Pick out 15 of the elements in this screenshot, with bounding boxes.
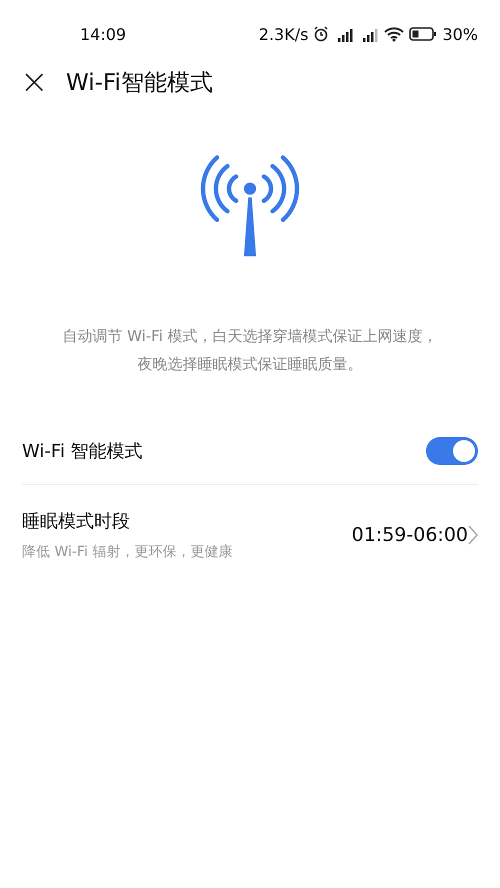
setting-label: Wi-Fi 智能模式	[22, 440, 144, 463]
network-speed: 2.3K/s	[258, 24, 308, 44]
setting-subtitle: 降低 Wi-Fi 辐射，更环保，更健康	[22, 543, 234, 561]
toggle-switch[interactable]	[426, 437, 478, 465]
setting-label: 睡眠模式时段	[22, 510, 131, 533]
chevron-right-icon	[468, 525, 478, 545]
description-text: 自动调节 Wi-Fi 模式，白天选择穿墙模式保证上网速度，夜晚选择睡眠模式保证睡眠质量。	[61, 326, 439, 375]
battery-icon	[409, 27, 438, 41]
alarm-icon	[313, 26, 330, 42]
battery-percent: 30%	[442, 24, 478, 44]
status-time: 14:09	[80, 24, 128, 44]
time-range-value: 01:59-06:00	[352, 524, 468, 546]
page-title: Wi-Fi智能模式	[66, 68, 213, 98]
close-button[interactable]: ×	[20, 68, 48, 96]
wifi-icon	[384, 26, 404, 42]
